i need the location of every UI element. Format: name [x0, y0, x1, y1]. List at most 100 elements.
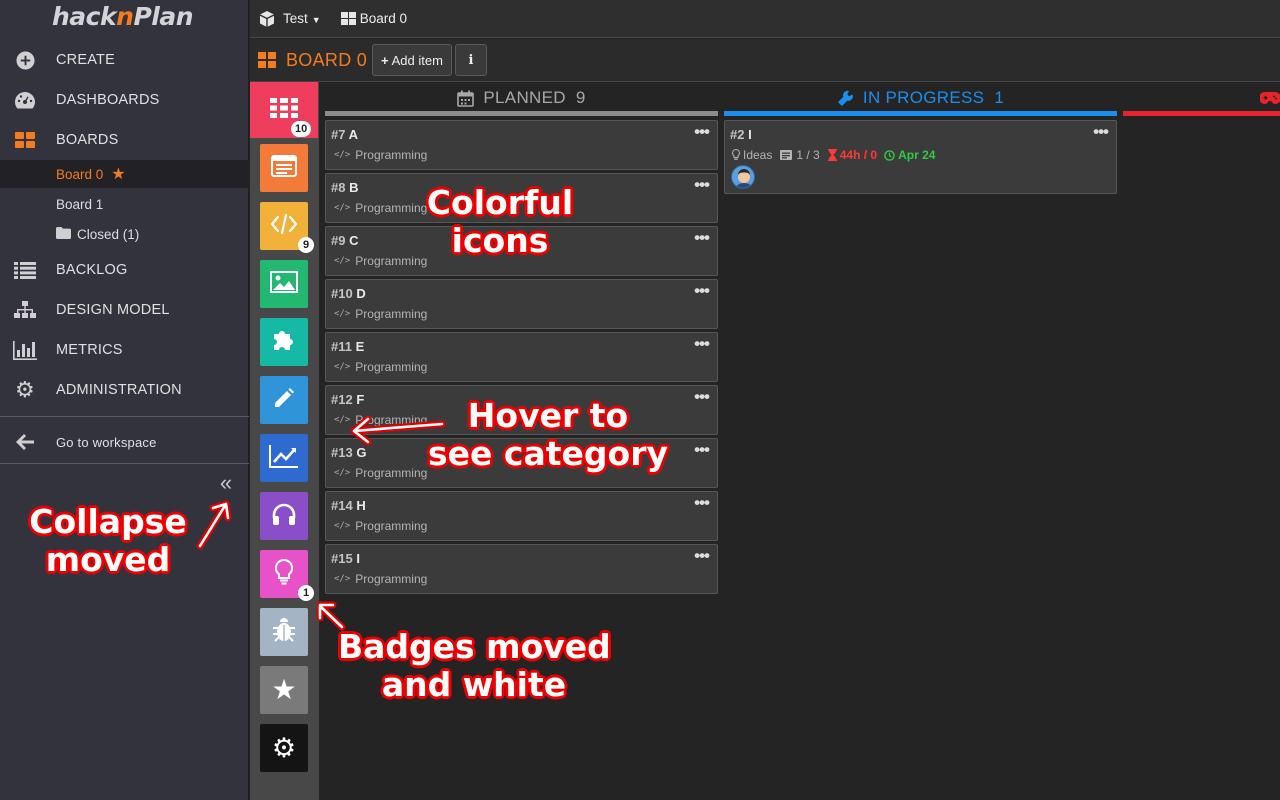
- category-bar: ★ ⚙ 10 9 1: [250, 82, 319, 800]
- calendar-icon: [457, 90, 475, 107]
- lightbulb-icon: [732, 149, 740, 161]
- category-bugs[interactable]: [260, 608, 308, 656]
- board-title-icon: [258, 52, 276, 68]
- count-badge: 9: [298, 237, 314, 253]
- card-category: </> Programming: [334, 254, 428, 268]
- project-cube-icon: [259, 10, 275, 27]
- nav-label: BACKLOG: [56, 262, 128, 278]
- nav-label: BOARDS: [56, 132, 119, 148]
- info-button[interactable]: i: [455, 44, 487, 76]
- code-icon: </>: [334, 256, 351, 266]
- annotation-badges-moved: Badges moved and white: [338, 627, 611, 704]
- nav-label: DESIGN MODEL: [56, 302, 170, 318]
- card-category: </> Programming: [334, 519, 428, 533]
- lightbulb-icon: [274, 558, 294, 590]
- task-card[interactable]: #14 H ••• </> Programming: [325, 491, 718, 541]
- board-grid-icon: [340, 12, 356, 25]
- headphones-icon: [271, 502, 297, 531]
- category-writing[interactable]: [260, 376, 308, 424]
- sidebar-board-0[interactable]: Board 0 ★: [0, 160, 249, 188]
- nav-label: ADMINISTRATION: [56, 382, 182, 398]
- task-card[interactable]: #11 E ••• </> Programming: [325, 332, 718, 382]
- category-sound[interactable]: [260, 492, 308, 540]
- code-icon: </>: [334, 203, 351, 213]
- category-marketing[interactable]: [260, 434, 308, 482]
- card-menu-icon[interactable]: •••: [694, 122, 710, 142]
- card-menu-icon[interactable]: •••: [1093, 122, 1109, 142]
- nav-boards[interactable]: BOARDS: [0, 121, 249, 159]
- workspace-label: Go to workspace: [56, 434, 157, 450]
- avatar[interactable]: [731, 165, 755, 189]
- card-category: </> Programming: [334, 360, 428, 374]
- star-icon[interactable]: ★: [111, 164, 125, 184]
- hourglass-icon: [827, 149, 837, 161]
- hours-estimate: 44h / 0: [839, 148, 878, 162]
- card-title: #13 G: [331, 445, 367, 460]
- task-card[interactable]: #15 I ••• </> Programming: [325, 544, 718, 594]
- card-menu-icon[interactable]: •••: [694, 228, 710, 248]
- nav-design-model[interactable]: DESIGN MODEL: [0, 291, 249, 329]
- category-art[interactable]: [260, 260, 308, 308]
- image-icon: [270, 270, 298, 298]
- board-label: Board 1: [56, 196, 104, 212]
- nav-administration[interactable]: ⚙ ADMINISTRATION: [0, 371, 249, 409]
- card-menu-icon[interactable]: •••: [694, 387, 710, 407]
- nav-backlog[interactable]: BACKLOG: [0, 251, 249, 289]
- wrench-icon: [837, 90, 854, 107]
- card-menu-icon[interactable]: •••: [694, 281, 710, 301]
- card-title: #2 I: [730, 127, 752, 142]
- card-category: </> Programming: [334, 413, 428, 427]
- gear-icon: ⚙: [15, 377, 35, 402]
- nav-label: METRICS: [56, 342, 123, 358]
- project-selector[interactable]: Test ▼: [283, 11, 321, 26]
- code-icon: [270, 213, 298, 240]
- code-icon: </>: [334, 150, 351, 160]
- card-menu-icon[interactable]: •••: [694, 546, 710, 566]
- add-item-button[interactable]: + Add item: [372, 44, 452, 76]
- column-color-bar: [325, 111, 718, 116]
- go-to-workspace-link[interactable]: Go to workspace: [0, 423, 249, 461]
- category-settings[interactable]: ⚙: [260, 724, 308, 772]
- nav-create[interactable]: CREATE: [0, 41, 249, 79]
- card-category: </> Programming: [334, 307, 428, 321]
- annotation-colorful-icons: Colorful icons: [426, 183, 574, 260]
- gear-icon: ⚙: [271, 732, 297, 763]
- task-card[interactable]: #10 D ••• </> Programming: [325, 279, 718, 329]
- card-title: #10 D: [331, 286, 366, 301]
- code-icon: </>: [334, 574, 351, 584]
- card-menu-icon[interactable]: •••: [694, 493, 710, 513]
- app-logo[interactable]: hacknPlan: [52, 2, 193, 31]
- category-design[interactable]: [260, 318, 308, 366]
- category-board[interactable]: [260, 144, 308, 192]
- nav-label: DASHBOARDS: [56, 92, 160, 108]
- card-title: #14 H: [331, 498, 366, 513]
- subtasks-icon: [780, 150, 793, 160]
- nav-dashboards[interactable]: DASHBOARDS: [0, 81, 249, 119]
- card-menu-icon[interactable]: •••: [694, 440, 710, 460]
- top-bar: Test ▼ Board 0: [250, 0, 1280, 38]
- caret-down-icon: ▼: [311, 15, 321, 25]
- board-breadcrumb[interactable]: Board 0: [360, 11, 407, 26]
- sidebar-divider: [0, 416, 249, 417]
- count-badge: 10: [291, 121, 312, 137]
- column-header-third: [1123, 84, 1280, 112]
- nav-label: CREATE: [56, 52, 115, 68]
- code-icon: </>: [334, 468, 351, 478]
- list-icon: [12, 260, 38, 280]
- task-card[interactable]: #2 I ••• Ideas 1 / 3 44h / 0 Apr 24: [724, 120, 1117, 194]
- sidebar-board-1[interactable]: Board 1: [0, 190, 249, 218]
- category-favorites[interactable]: ★: [260, 666, 308, 714]
- column-header-in-progress: IN PROGRESS 1: [724, 84, 1117, 112]
- column-header-planned: PLANNED 9: [325, 84, 718, 112]
- arrow-left-icon: [12, 432, 38, 452]
- code-icon: </>: [334, 521, 351, 531]
- card-menu-icon[interactable]: •••: [694, 175, 710, 195]
- column-title: IN PROGRESS: [862, 88, 985, 107]
- plus-circle-icon: [12, 50, 38, 70]
- puzzle-icon: [272, 328, 296, 357]
- nav-metrics[interactable]: METRICS: [0, 331, 249, 369]
- sidebar-closed-boards[interactable]: Closed (1): [0, 220, 249, 248]
- collapse-sidebar-icon[interactable]: «: [216, 472, 236, 494]
- card-menu-icon[interactable]: •••: [694, 334, 710, 354]
- task-card[interactable]: #7 A ••• </> Programming: [325, 120, 718, 170]
